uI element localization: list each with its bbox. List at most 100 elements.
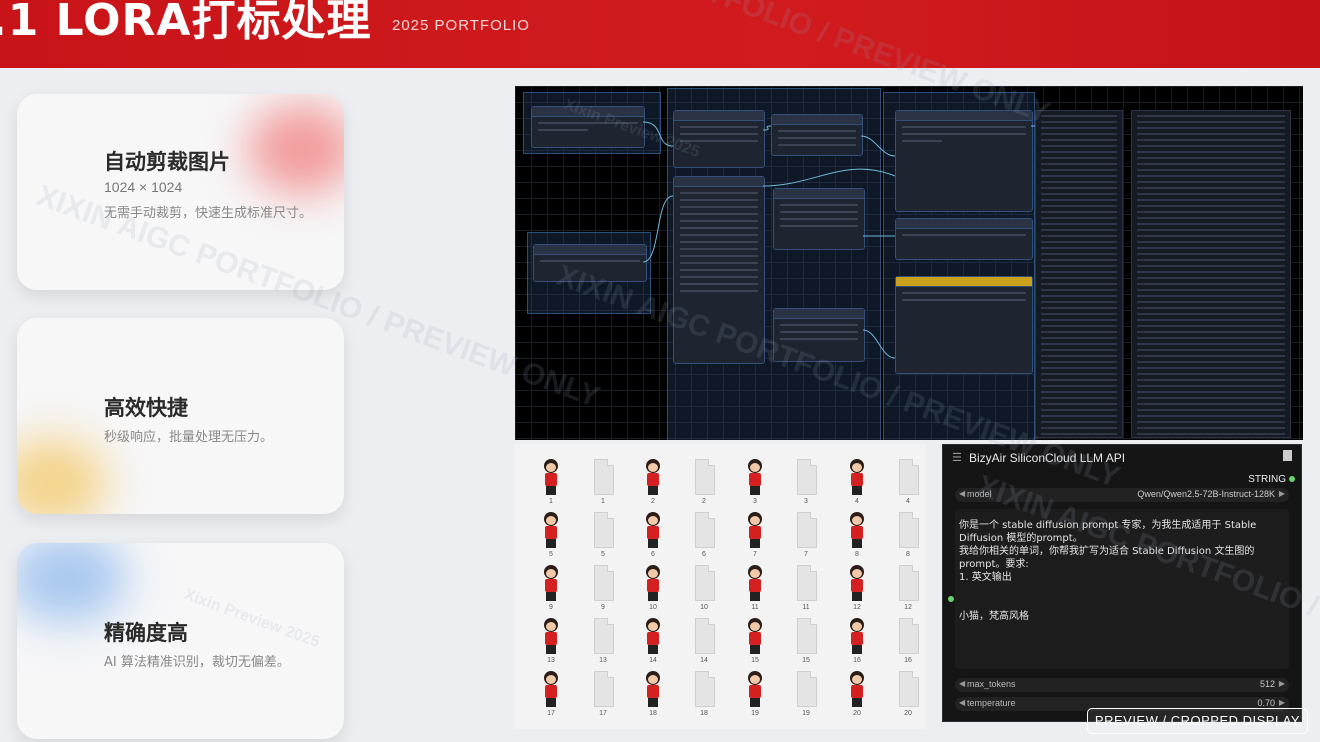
arrow-right-icon[interactable]: ▶ [1279,489,1285,498]
thumbnail-image[interactable]: 20 [829,668,880,720]
thumbnail-image[interactable]: 15 [727,615,778,667]
thumbnail-image[interactable]: 12 [829,562,880,614]
thumbnail-label: 9 [601,604,605,611]
caption-file[interactable]: 8 [880,509,931,561]
thumbnail-image[interactable]: 18 [625,668,676,720]
thumbnail-image[interactable]: 4 [829,456,880,508]
thumbnail-image[interactable]: 13 [523,615,574,667]
arrow-right-icon[interactable]: ▶ [1279,679,1285,688]
arrow-left-icon[interactable]: ◀ [959,489,965,498]
character-figure [533,668,569,708]
thumbnail-image[interactable]: 1 [523,456,574,508]
file-icon [788,562,824,602]
page-subtitle: 2025 PORTFOLIO [392,17,530,34]
caption-file[interactable]: 19 [778,668,829,720]
character-figure [635,509,671,549]
menu-icon[interactable]: ☰ [952,451,962,464]
thumbnail-label: 15 [802,657,810,664]
thumbnail-label: 20 [904,710,912,717]
thumbnail-label: 20 [853,710,861,717]
arrow-left-icon[interactable]: ◀ [959,698,965,707]
file-icon [686,615,722,655]
character-figure [737,668,773,708]
thumbnail-label: 3 [753,498,757,505]
thumbnail-label: 9 [549,604,553,611]
thumbnail-image[interactable]: 8 [829,509,880,561]
caption-file[interactable]: 4 [880,456,931,508]
thumbnail-label: 3 [804,498,808,505]
thumbnail-label: 8 [906,551,910,558]
model-select[interactable]: ◀ model Qwen/Qwen2.5-72B-Instruct-128K ▶ [955,488,1289,502]
thumbnail-label: 1 [549,498,553,505]
thumbnail-image[interactable]: 17 [523,668,574,720]
thumbnail-label: 19 [802,710,810,717]
file-icon [788,668,824,708]
node-connections [642,121,1035,359]
thumbnail-image[interactable]: 3 [727,456,778,508]
thumbnail-image[interactable]: 6 [625,509,676,561]
character-figure [635,668,671,708]
thumbnail-label: 13 [599,657,607,664]
thumbnail-image[interactable]: 14 [625,615,676,667]
thumbnail-label: 6 [651,551,655,558]
thumbnail-label: 7 [804,551,808,558]
feature-title: 高效快捷 [104,396,188,420]
thumbnail-image[interactable]: 9 [523,562,574,614]
caption-file[interactable]: 1 [575,456,626,508]
character-figure [839,456,875,496]
caption-file[interactable]: 16 [880,615,931,667]
caption-file[interactable]: 18 [676,668,727,720]
output-type: STRING [1248,474,1286,485]
thumbnail-label: 8 [855,551,859,558]
thumbnail-label: 4 [906,498,910,505]
file-icon [788,509,824,549]
output-socket[interactable] [1289,476,1295,482]
thumbnail-image[interactable]: 11 [727,562,778,614]
caption-file[interactable]: 3 [778,456,829,508]
file-icon [585,615,621,655]
caption-file[interactable]: 11 [778,562,829,614]
character-figure [839,668,875,708]
thumbnail-image[interactable]: 7 [727,509,778,561]
thumbnail-image[interactable]: 5 [523,509,574,561]
caption-file[interactable]: 17 [575,668,626,720]
caption-file[interactable]: 10 [676,562,727,614]
arrow-right-icon[interactable]: ▶ [1279,698,1285,707]
caption-file[interactable]: 20 [880,668,931,720]
thumbnail-label: 19 [751,710,759,717]
feature-title: 自动剪裁图片 [104,150,230,174]
feature-desc: AI 算法精准识别，裁切无偏差。 [104,655,290,670]
thumbnail-image[interactable]: 10 [625,562,676,614]
thumbnail-grid: 1 1 2 2 3 3 4 4 5 5 6 6 7 7 8 8 9 9 10 10 11 11 12 12 13 13 14 14 15… [515,444,925,729]
caption-file[interactable]: 9 [575,562,626,614]
thumbnail-label: 12 [904,604,912,611]
caption-file[interactable]: 6 [676,509,727,561]
caption-file[interactable]: 5 [575,509,626,561]
file-icon [686,509,722,549]
thumbnail-label: 2 [702,498,706,505]
thumbnail-image[interactable]: 2 [625,456,676,508]
caption-file[interactable]: 12 [880,562,931,614]
max-tokens-field[interactable]: ◀ max_tokens 512 ▶ [955,678,1289,692]
caption-file[interactable]: 14 [676,615,727,667]
caption-file[interactable]: 7 [778,509,829,561]
feature-desc: 无需手动裁剪，快速生成标准尺寸。 [104,206,313,221]
caption-file[interactable]: 15 [778,615,829,667]
thumbnail-image[interactable]: 19 [727,668,778,720]
file-icon [585,668,621,708]
feature-card-crop: 自动剪裁图片 1024 × 1024 无需手动裁剪，快速生成标准尺寸。 [17,94,344,290]
document-icon [1283,450,1292,461]
caption-file[interactable]: 13 [575,615,626,667]
file-icon [788,456,824,496]
arrow-left-icon[interactable]: ◀ [959,679,965,688]
character-figure [839,562,875,602]
character-figure [635,456,671,496]
prompt-textarea[interactable]: 你是一个 stable diffusion prompt 专家，为我生成适用于 … [955,509,1289,669]
workflow-canvas [515,86,1303,440]
thumbnail-image[interactable]: 16 [829,615,880,667]
caption-file[interactable]: 2 [676,456,727,508]
input-socket[interactable] [948,596,954,602]
thumbnail-label: 18 [700,710,708,717]
file-icon [890,456,926,496]
thumbnail-label: 10 [700,604,708,611]
